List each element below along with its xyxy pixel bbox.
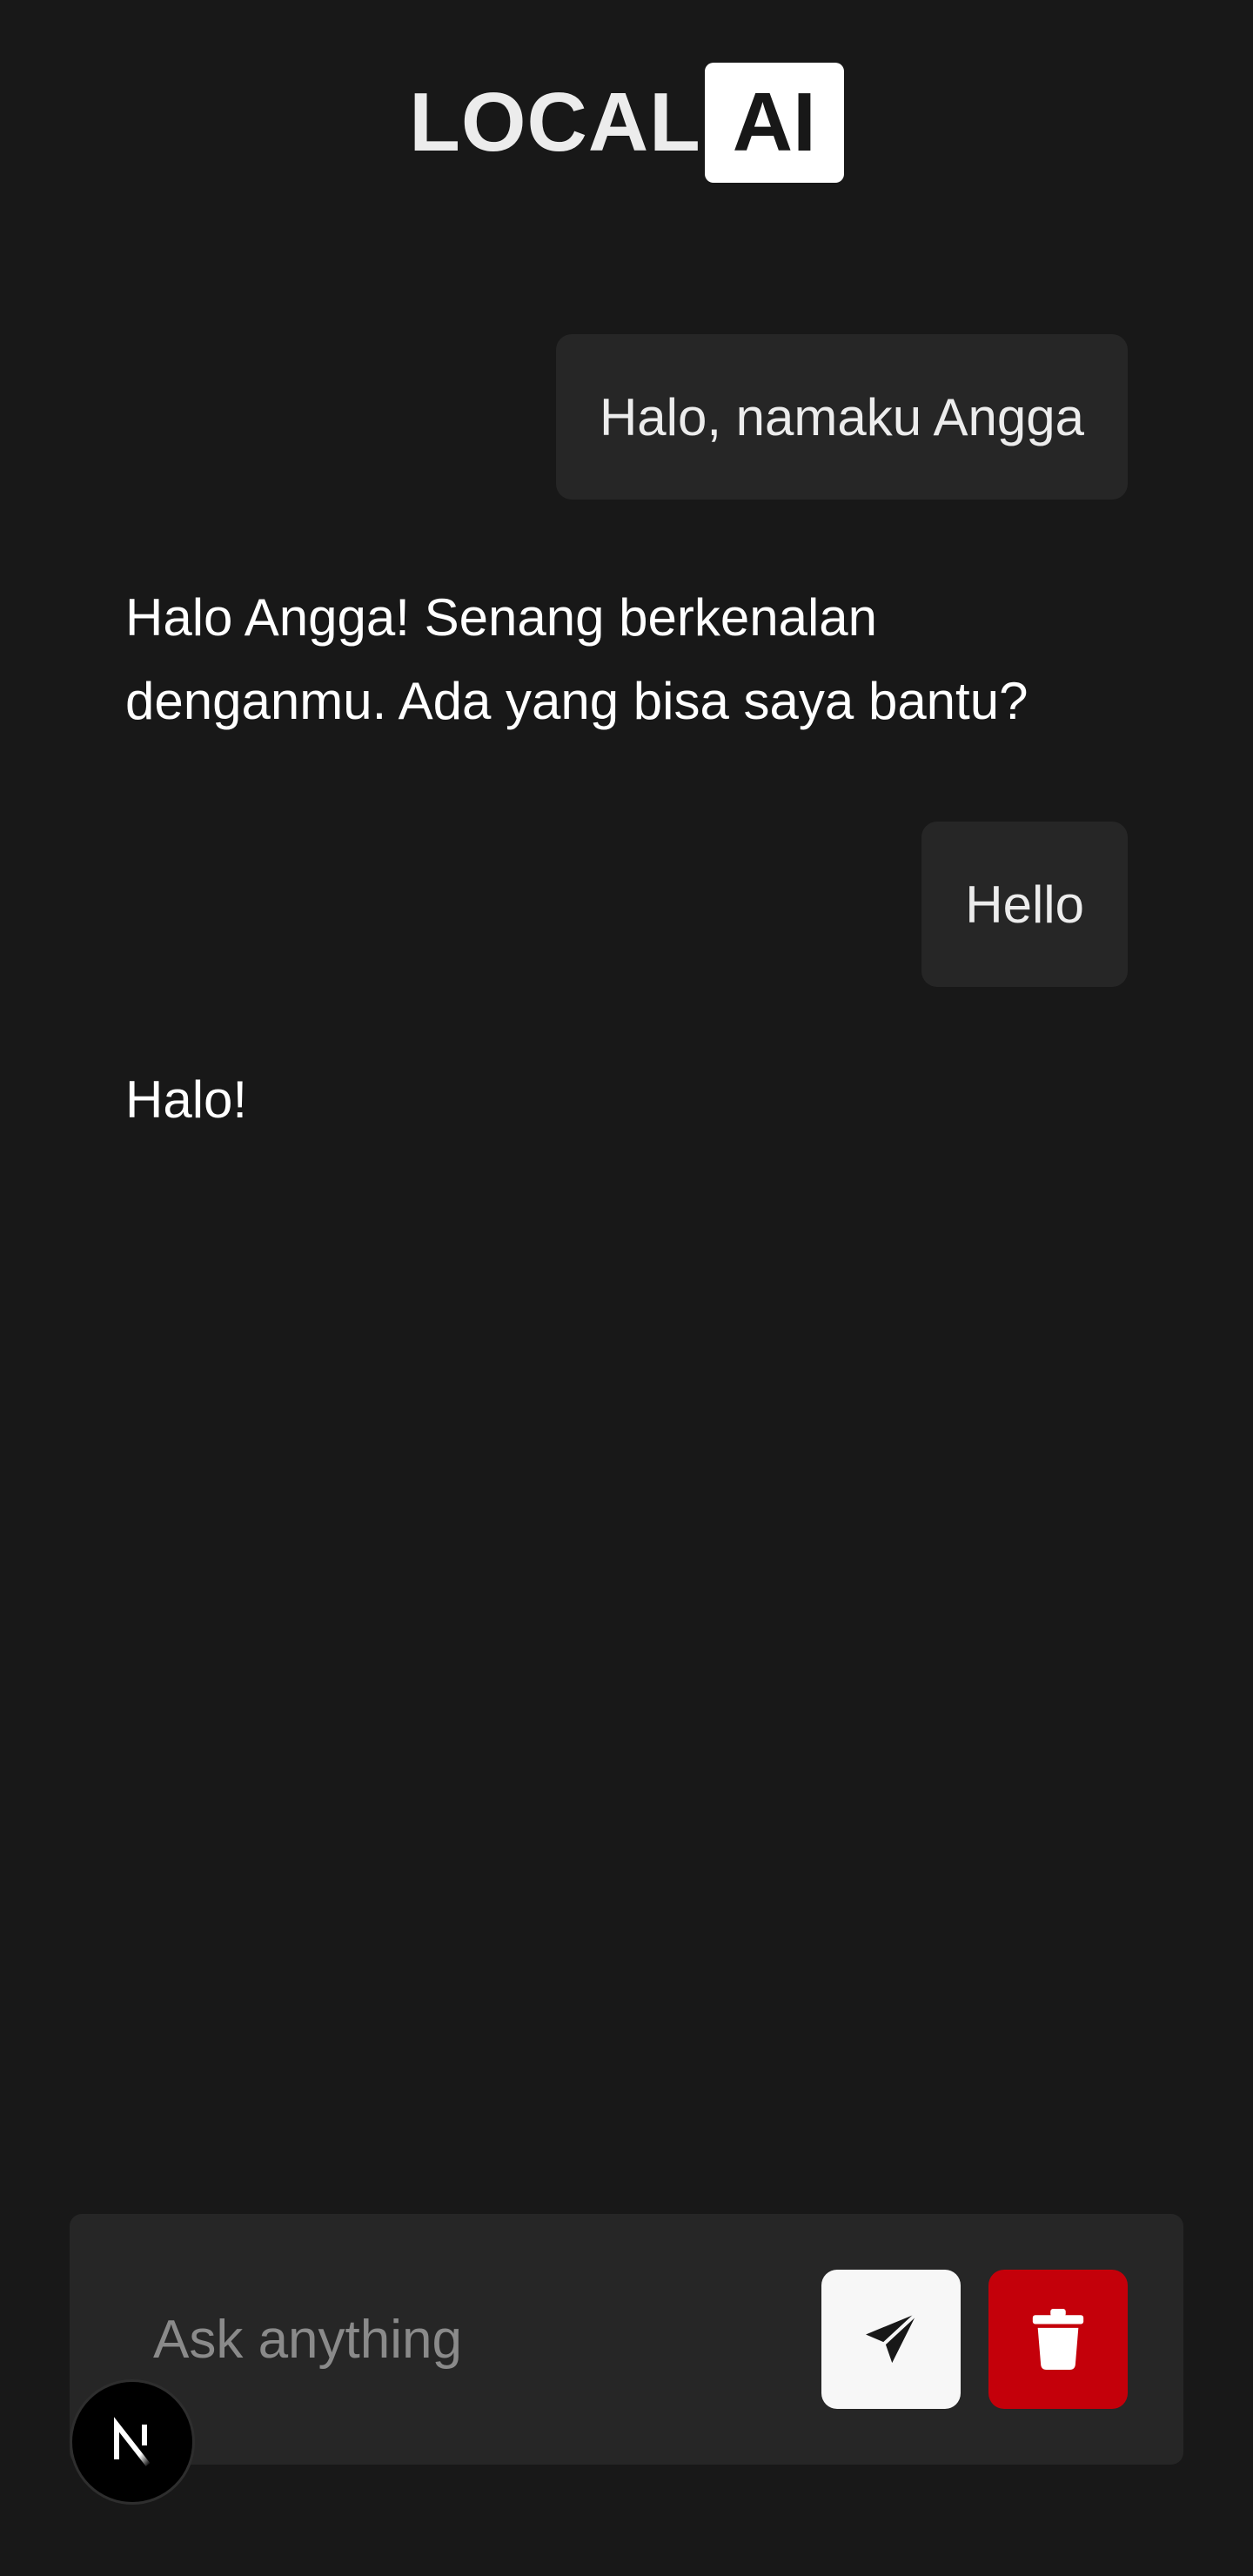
chat-input[interactable] [153,2214,832,2465]
logo-text: LOCAL [409,76,701,169]
composer [70,2214,1183,2465]
send-button[interactable] [821,2270,961,2409]
logo-badge: AI [704,63,844,183]
trash-icon [1032,2309,1084,2370]
user-message: Hello [921,822,1128,987]
clear-chat-button[interactable] [988,2270,1128,2409]
assistant-message: Halo! [125,1070,248,1129]
message-list: Halo, namaku Angga Halo Angga! Senang be… [125,334,1128,1142]
chat-page: LOCAL AI Halo, namaku Angga Halo Angga! … [0,0,1253,2576]
message-row-user: Halo, namaku Angga [125,334,1128,500]
app-logo: LOCAL AI [0,63,1253,183]
assistant-message: Halo Angga! Senang berkenalan denganmu. … [125,588,1029,730]
paper-plane-icon [866,2311,919,2364]
user-message: Halo, namaku Angga [555,334,1128,500]
nextjs-dev-indicator[interactable] [70,2379,195,2505]
message-row-user: Hello [125,822,1128,987]
nextjs-logo-icon [114,2417,151,2466]
